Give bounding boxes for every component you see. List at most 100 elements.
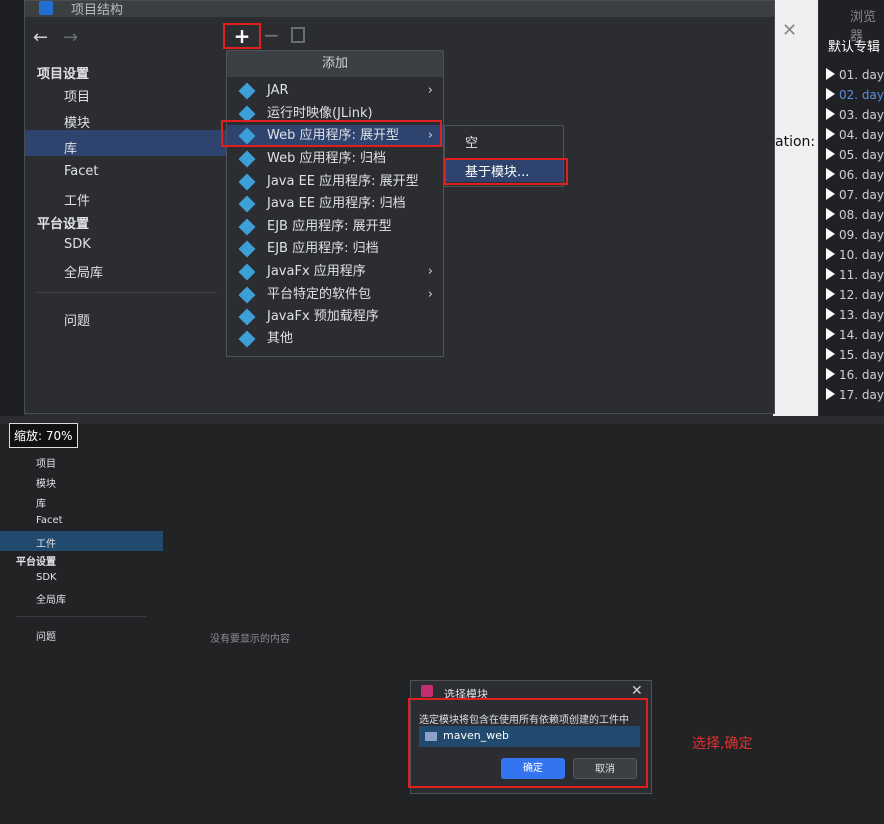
playlist-title: 默认专辑	[828, 40, 881, 55]
play-icon	[826, 128, 835, 140]
artifact-type-icon	[238, 82, 256, 100]
chevron-right-icon: ›	[427, 264, 433, 279]
play-icon	[826, 88, 835, 100]
sidebar-item-project[interactable]: 项目	[64, 86, 90, 105]
add-menu-item-label: Web 应用程序: 归档	[267, 151, 386, 166]
add-menu-item-label: EJB 应用程序: 归档	[267, 241, 379, 256]
playlist-item-label: 01. day	[839, 68, 884, 82]
section-project-settings: 项目设置	[37, 67, 90, 82]
add-menu-item[interactable]: Java EE 应用程序: 归档	[227, 193, 443, 215]
bottom-sidebar-item-facet[interactable]: Facet	[36, 515, 63, 526]
playlist-item[interactable]: 13. day	[826, 308, 884, 322]
playlist-item[interactable]: 05. day	[826, 148, 884, 162]
add-menu-item[interactable]: 其他	[227, 328, 443, 350]
playlist-item-label: 04. day	[839, 128, 884, 142]
playlist-item[interactable]: 17. day	[826, 388, 884, 402]
add-menu-item-label: JavaFx 预加载程序	[267, 309, 379, 324]
play-icon	[826, 388, 835, 400]
bottom-sidebar-item-sdk[interactable]: SDK	[36, 572, 57, 583]
playlist-item-label: 14. day	[839, 328, 884, 342]
sidebar-item-facet[interactable]: Facet	[64, 164, 99, 179]
playlist-item[interactable]: 11. day	[826, 268, 884, 282]
submenu-item-empty[interactable]: 空	[465, 132, 478, 151]
playlist-item[interactable]: 04. day	[826, 128, 884, 142]
add-button[interactable]: +	[223, 23, 261, 49]
sidebar-divider	[37, 292, 217, 293]
copy-icon[interactable]	[291, 27, 305, 43]
playlist-item-label: 09. day	[839, 228, 884, 242]
playlist-item-label: 05. day	[839, 148, 884, 162]
playlist-item[interactable]: 14. day	[826, 328, 884, 342]
playlist-item[interactable]: 15. day	[826, 348, 884, 362]
playlist-item-label: 17. day	[839, 388, 884, 402]
bottom-sidebar-item-global-libraries[interactable]: 全局库	[36, 591, 66, 606]
sidebar-item-libraries[interactable]: 库	[64, 138, 77, 157]
back-arrow-icon[interactable]: ←	[33, 27, 48, 48]
intellij-logo-icon	[39, 1, 53, 15]
bottom-sidebar-item-modules[interactable]: 模块	[36, 475, 56, 490]
bottom-sidebar-item-libraries[interactable]: 库	[36, 495, 46, 510]
add-menu-item[interactable]: EJB 应用程序: 归档	[227, 238, 443, 260]
playlist-item-label: 06. day	[839, 168, 884, 182]
artifact-type-icon	[238, 150, 256, 168]
play-icon	[826, 68, 835, 80]
add-menu-item[interactable]: Web 应用程序: 归档	[227, 148, 443, 170]
bottom-sidebar-divider	[16, 616, 146, 617]
close-icon[interactable]: ✕	[782, 20, 797, 41]
background-window-right	[773, 0, 818, 416]
title-bar: 项目结构	[25, 1, 774, 18]
add-menu-item[interactable]: Java EE 应用程序: 展开型	[227, 171, 443, 193]
artifact-type-icon	[238, 308, 256, 326]
playlist-item[interactable]: 12. day	[826, 288, 884, 302]
sidebar-item-problems[interactable]: 问题	[64, 310, 90, 329]
playlist-item-label: 15. day	[839, 348, 884, 362]
add-menu-item[interactable]: JavaFx 应用程序 ›	[227, 261, 443, 283]
chevron-right-icon: ›	[427, 287, 433, 302]
background-window-left	[0, 0, 24, 416]
sidebar-selection	[25, 130, 229, 156]
zoom-label: 缩放: 70%	[9, 423, 78, 448]
playlist-item[interactable]: 16. day	[826, 368, 884, 382]
play-icon	[826, 368, 835, 380]
add-menu-item[interactable]: JAR ›	[227, 80, 443, 102]
artifact-type-icon	[238, 173, 256, 191]
artifact-type-icon	[238, 330, 256, 348]
remove-button[interactable]: −	[263, 23, 280, 47]
add-menu-item[interactable]: EJB 应用程序: 展开型	[227, 216, 443, 238]
intellij-logo-icon	[421, 685, 433, 697]
add-menu-item[interactable]: 平台特定的软件包 ›	[227, 284, 443, 306]
bottom-sidebar-item-artifacts[interactable]: 工件	[36, 535, 56, 550]
section-platform-settings: 平台设置	[37, 217, 90, 232]
playlist-item-label: 03. day	[839, 108, 884, 122]
forward-arrow-icon[interactable]: →	[63, 27, 78, 48]
playlist-item[interactable]: 10. day	[826, 248, 884, 262]
sidebar-item-modules[interactable]: 模块	[64, 112, 90, 131]
play-icon	[826, 288, 835, 300]
sidebar-item-sdk[interactable]: SDK	[64, 237, 91, 252]
empty-content-message: 没有要显示的内容	[210, 634, 290, 645]
playlist-item[interactable]: 02. day	[826, 88, 884, 102]
bottom-sidebar-selection	[0, 531, 163, 551]
play-icon	[826, 348, 835, 360]
close-icon[interactable]: ✕	[631, 683, 643, 699]
bottom-sidebar-item-problems[interactable]: 问题	[36, 628, 56, 643]
playlist-item[interactable]: 01. day	[826, 68, 884, 82]
playlist-item[interactable]: 03. day	[826, 108, 884, 122]
sidebar-item-artifacts[interactable]: 工件	[64, 190, 90, 209]
highlight-box-from-module	[444, 158, 568, 185]
dialog-title: 项目结构	[71, 3, 124, 18]
add-menu-header: 添加	[227, 51, 443, 77]
add-menu: 添加 JAR › 运行时映像(JLink) Web 应用程序: 展开型 › Web 应用程…	[226, 50, 444, 357]
bottom-sidebar-item-project[interactable]: 项目	[36, 455, 56, 470]
playlist-item-label: 02. day	[839, 88, 884, 102]
add-menu-item[interactable]: JavaFx 预加载程序	[227, 306, 443, 328]
playlist-item[interactable]: 09. day	[826, 228, 884, 242]
playlist-item[interactable]: 08. day	[826, 208, 884, 222]
add-menu-item-label: JavaFx 应用程序	[267, 264, 366, 279]
add-menu-item-label: 平台特定的软件包	[267, 287, 372, 302]
play-icon	[826, 308, 835, 320]
sidebar-item-global-libraries[interactable]: 全局库	[64, 262, 103, 281]
playlist-item[interactable]: 07. day	[826, 188, 884, 202]
add-menu-item-label: Java EE 应用程序: 归档	[267, 196, 406, 211]
playlist-item[interactable]: 06. day	[826, 168, 884, 182]
